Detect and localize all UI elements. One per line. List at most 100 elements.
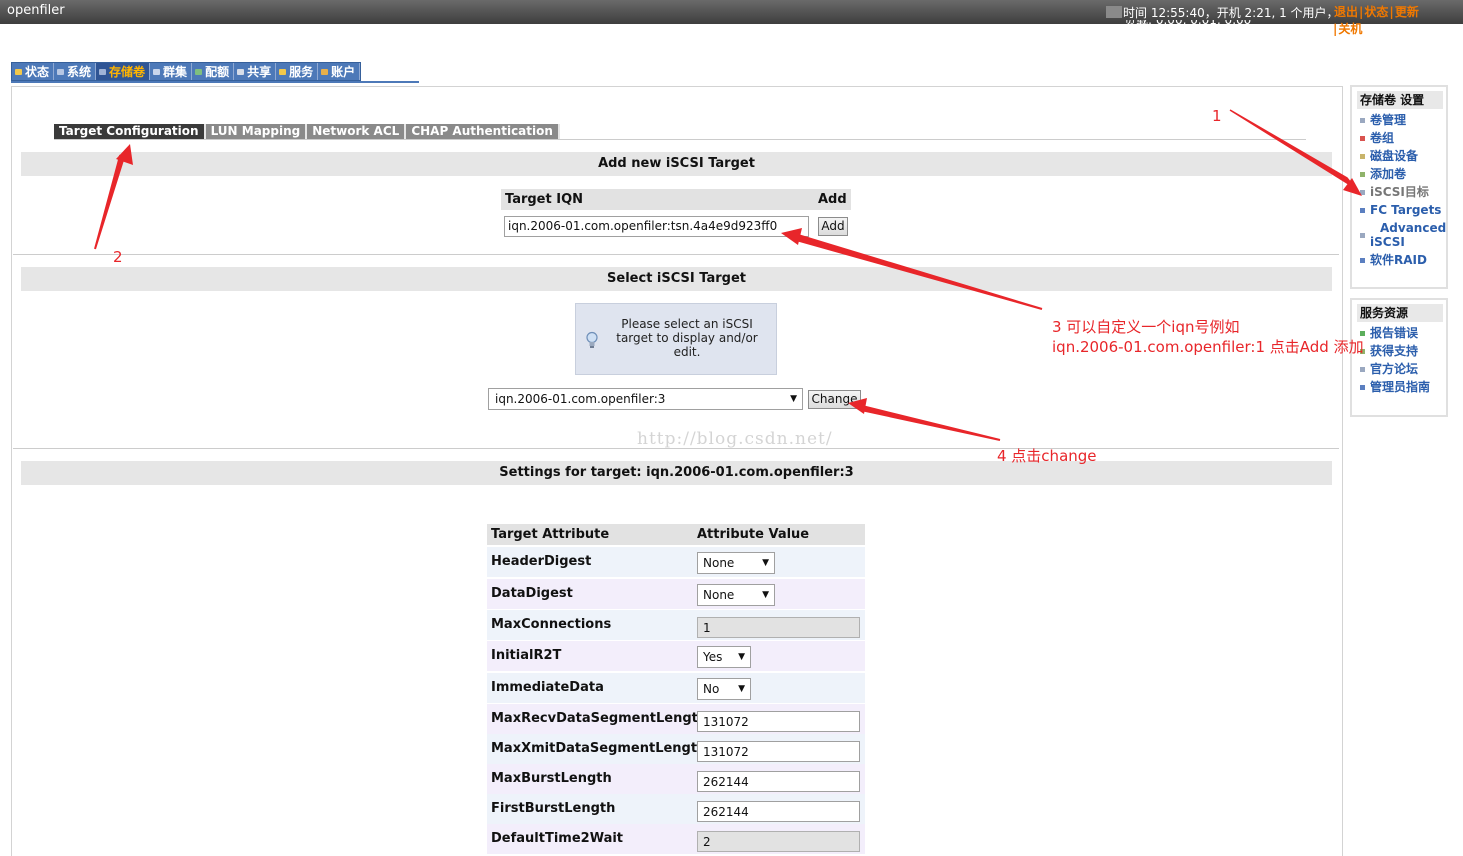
attribute-value: None xyxy=(703,588,735,602)
status-link[interactable]: 状态 xyxy=(1364,5,1388,19)
add-target-header: Target IQN Add xyxy=(501,189,851,210)
tab-shares[interactable]: 共享 xyxy=(234,63,277,80)
subtab-target-configuration[interactable]: Target Configuration xyxy=(54,124,206,139)
target-select[interactable]: iqn.2006-01.com.openfiler:3 ▼ xyxy=(488,388,803,410)
shares-icon xyxy=(237,68,245,75)
tab-cluster[interactable]: 群集 xyxy=(150,63,193,80)
support-resources-title: 服务资源 xyxy=(1357,304,1443,322)
target-iqn-input[interactable]: iqn.2006-01.com.openfiler:tsn.4a4e9d923f… xyxy=(504,216,809,237)
attribute-select[interactable]: No ▼ xyxy=(697,678,751,700)
table-row: MaxXmitDataSegmentLength 131072 xyxy=(487,734,865,764)
main-nav-tabs: 状态 系统 存储卷 群集 配额 共享 服务 账户 xyxy=(11,62,362,81)
attribute-value-readonly: 2 xyxy=(697,831,860,852)
attribute-name-header: Target Attribute xyxy=(491,527,610,542)
sidebar-item-iscsi-targets[interactable]: iSCSI目标 xyxy=(1352,185,1446,199)
tab-accounts[interactable]: 账户 xyxy=(318,63,361,80)
tab-services[interactable]: 服务 xyxy=(276,63,319,80)
bullet-icon xyxy=(1360,136,1365,141)
subtab-chap-authentication[interactable]: CHAP Authentication xyxy=(406,124,560,139)
dropdown-arrow-icon: ▼ xyxy=(762,558,769,568)
divider xyxy=(13,254,1339,255)
bullet-icon xyxy=(1360,118,1365,123)
change-button[interactable]: Change xyxy=(808,390,861,409)
info-box: Please select an iSCSI target to display… xyxy=(575,303,777,375)
system-status: 时间 12:55:40，开机 2:21, 1 个用户， xyxy=(1106,4,1339,21)
table-row: DefaultTime2Wait 2 xyxy=(487,824,865,854)
add-header: Add xyxy=(814,189,851,210)
attribute-name: ImmediateData xyxy=(491,680,604,695)
system-icon xyxy=(57,68,65,75)
sidebar-item-label: 卷组 xyxy=(1370,131,1395,145)
table-row: DataDigest None ▼ xyxy=(487,579,865,609)
sidebar-item-fc-targets[interactable]: FC Targets xyxy=(1352,203,1446,217)
sidebar-item-volume-groups[interactable]: 卷组 xyxy=(1352,131,1446,145)
table-row: MaxBurstLength 262144 xyxy=(487,764,865,794)
tab-label: 系统 xyxy=(67,64,92,79)
sidebar-item-admin-guide[interactable]: 管理员指南 xyxy=(1352,380,1446,394)
sidebar-item-volume-management[interactable]: 卷管理 xyxy=(1352,113,1446,127)
tab-status[interactable]: 状态 xyxy=(12,63,55,80)
attribute-input[interactable]: 131072 xyxy=(697,741,860,762)
table-row: HeaderDigest None ▼ xyxy=(487,547,865,577)
sidebar-item-add-volume[interactable]: 添加卷 xyxy=(1352,167,1446,181)
tab-label: 服务 xyxy=(289,64,314,79)
attribute-name: InitialR2T xyxy=(491,648,562,663)
status-icon xyxy=(15,68,22,75)
attribute-select[interactable]: None ▼ xyxy=(697,584,775,606)
annotation-3-line2: iqn.2006-01.com.openfiler:1 点击Add 添加 xyxy=(1052,338,1364,356)
sidebar-item-label: Advanced iSCSI xyxy=(1370,221,1447,249)
update-link[interactable]: 更新 xyxy=(1395,5,1419,19)
app-logo: openfiler xyxy=(7,3,65,18)
bullet-icon xyxy=(1360,367,1365,372)
annotation-1: 1 xyxy=(1212,107,1222,125)
sidebar-item-advanced-iscsi[interactable]: Advanced iSCSI xyxy=(1352,221,1446,249)
tab-quota[interactable]: 配额 xyxy=(192,63,235,80)
attribute-name: MaxBurstLength xyxy=(491,771,612,786)
attribute-name: MaxConnections xyxy=(491,617,612,632)
sidebar-item-software-raid[interactable]: 软件RAID xyxy=(1352,253,1446,267)
bullet-icon xyxy=(1360,190,1365,195)
support-resources-box: 服务资源 报告错误 获得支持 官方论坛 管理员指南 xyxy=(1350,298,1448,417)
attribute-select[interactable]: None ▼ xyxy=(697,552,775,574)
sidebar-item-forums[interactable]: 官方论坛 xyxy=(1352,362,1446,376)
tab-label: 存储卷 xyxy=(109,64,146,79)
sidebar-item-label: 报告错误 xyxy=(1370,326,1419,340)
sidebar-item-report-bug[interactable]: 报告错误 xyxy=(1352,326,1446,340)
attribute-value: None xyxy=(703,556,735,570)
attribute-input[interactable]: 262144 xyxy=(697,771,860,792)
bullet-icon xyxy=(1360,208,1365,213)
sidebar-item-get-support[interactable]: 获得支持 xyxy=(1352,344,1446,358)
status-marker xyxy=(1106,6,1122,18)
settings-heading: Settings for target: iqn.2006-01.com.ope… xyxy=(21,461,1332,485)
sidebar-item-block-devices[interactable]: 磁盘设备 xyxy=(1352,149,1446,163)
subtab-lun-mapping[interactable]: LUN Mapping xyxy=(205,124,308,139)
bullet-icon xyxy=(1360,385,1365,390)
shutdown-link[interactable]: 关机 xyxy=(1338,22,1362,36)
target-select-value: iqn.2006-01.com.openfiler:3 xyxy=(495,392,666,406)
quota-icon xyxy=(195,68,203,75)
subtabs-underline xyxy=(54,139,1306,140)
table-row: ImmediateData No ▼ xyxy=(487,673,865,703)
table-row: MaxRecvDataSegmentLength 131072 xyxy=(487,704,865,734)
add-button[interactable]: Add xyxy=(818,217,848,236)
logout-link[interactable]: 退出 xyxy=(1334,5,1358,19)
accounts-icon xyxy=(321,68,329,75)
subtab-network-acl[interactable]: Network ACL xyxy=(307,124,407,139)
tab-system[interactable]: 系统 xyxy=(54,63,97,80)
bullet-icon xyxy=(1360,154,1365,159)
attribute-select[interactable]: Yes ▼ xyxy=(697,646,751,668)
attribute-input[interactable]: 262144 xyxy=(697,801,860,822)
select-target-heading: Select iSCSI Target xyxy=(21,267,1332,291)
attribute-value: No xyxy=(703,682,720,696)
dropdown-arrow-icon: ▼ xyxy=(762,590,769,600)
sidebar-item-label: 卷管理 xyxy=(1370,113,1407,127)
attribute-input[interactable]: 131072 xyxy=(697,711,860,732)
tab-label: 共享 xyxy=(247,64,272,79)
annotation-4: 4 点击change xyxy=(997,447,1097,465)
info-text: Please select an iSCSI target to display… xyxy=(616,317,758,359)
sidebar-item-label: 管理员指南 xyxy=(1370,380,1431,394)
tab-volumes[interactable]: 存储卷 xyxy=(96,63,151,80)
attribute-value-header: Attribute Value xyxy=(697,527,810,542)
attribute-name: FirstBurstLength xyxy=(491,801,616,816)
table-row: InitialR2T Yes ▼ xyxy=(487,641,865,671)
